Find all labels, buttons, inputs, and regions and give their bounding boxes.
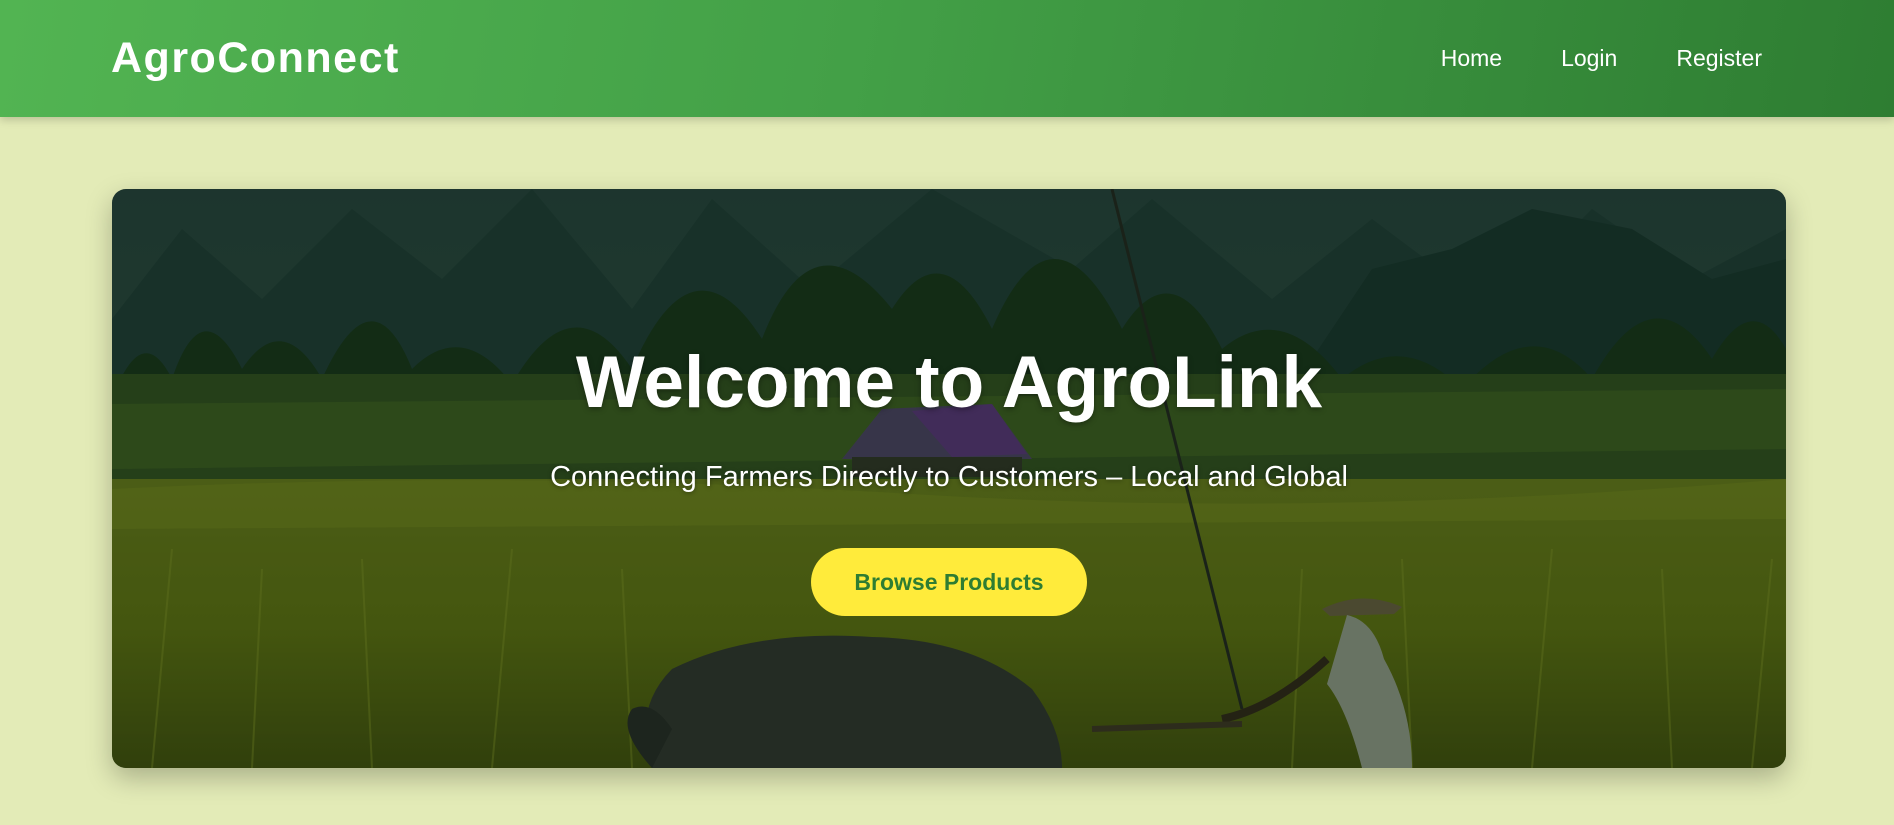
brand-logo[interactable]: AgroConnect xyxy=(111,32,400,84)
nav-login-link[interactable]: Login xyxy=(1561,43,1617,73)
main-nav: Home Login Register xyxy=(1382,43,1762,73)
browse-products-button[interactable]: Browse Products xyxy=(811,548,1087,616)
hero-title: Welcome to AgroLink xyxy=(575,342,1323,423)
nav-home-link[interactable]: Home xyxy=(1441,43,1502,73)
hero-banner: Welcome to AgroLink Connecting Farmers D… xyxy=(112,189,1786,768)
site-header: AgroConnect Home Login Register xyxy=(0,0,1894,117)
hero-subtitle: Connecting Farmers Directly to Customers… xyxy=(550,461,1348,493)
nav-register-link[interactable]: Register xyxy=(1676,43,1762,73)
